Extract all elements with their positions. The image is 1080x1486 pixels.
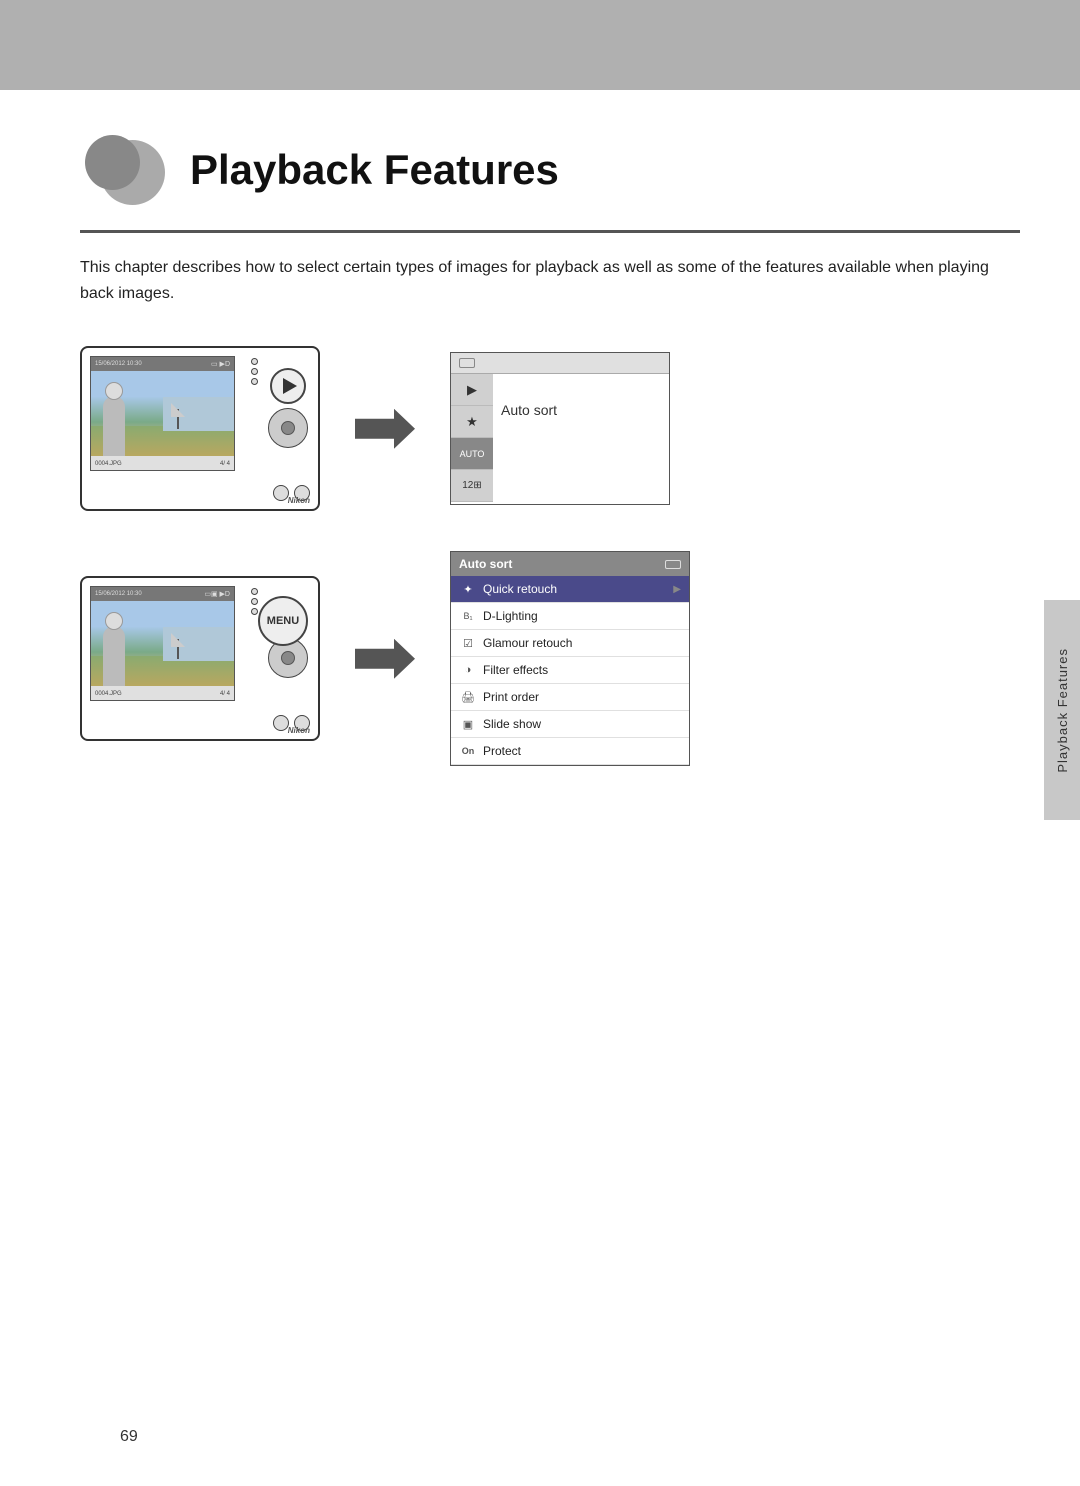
print-order-icon: 🖨 xyxy=(459,688,477,706)
diagrams-container: 15/06/2012 10:30 ▭ ▶D xyxy=(80,346,1020,766)
camera-screen-2: 15/06/2012 10:30 ▭▣ ▶D 0004.JPG 4/ 4 xyxy=(90,586,235,701)
camera-date-2: 15/06/2012 10:30 xyxy=(95,591,142,597)
side-tab: Playback Features xyxy=(1044,600,1080,820)
menu-item-protect[interactable]: On Protect xyxy=(451,738,689,765)
menu-button[interactable]: MENU xyxy=(258,596,308,646)
small-dot-5 xyxy=(251,598,258,605)
menu-item-print-order[interactable]: 🖨 Print order xyxy=(451,684,689,711)
menu-screen-battery-2 xyxy=(665,560,681,569)
camera-illustration-1: 15/06/2012 10:30 ▭ ▶D xyxy=(80,346,320,511)
small-dot-2 xyxy=(251,368,258,375)
camera-screen-image-1 xyxy=(91,371,234,456)
small-dot-1 xyxy=(251,358,258,365)
protect-icon: On xyxy=(459,742,477,760)
dpad-center-2 xyxy=(281,651,295,665)
menu-screen-title-2: Auto sort xyxy=(459,557,512,571)
arrow-1 xyxy=(350,404,420,454)
camera-file-2: 0004.JPG xyxy=(95,691,122,697)
d-lighting-label: D-Lighting xyxy=(483,609,681,623)
title-divider xyxy=(80,230,1020,233)
quick-retouch-label: Quick retouch xyxy=(483,582,667,596)
page-number: 69 xyxy=(120,1428,138,1446)
menu-icons-col-1: ▶ ★ AUTO 12⊞ xyxy=(451,374,493,502)
menu-icon-play: ▶ xyxy=(451,374,493,406)
auto-sort-label: Auto sort xyxy=(501,402,661,418)
menu-items-list: ✦ Quick retouch ▶ B₁ D-Lighting ☑ Glamou… xyxy=(451,576,689,765)
side-tab-label: Playback Features xyxy=(1055,648,1070,773)
print-order-label: Print order xyxy=(483,690,681,704)
menu-icon-auto: AUTO xyxy=(451,438,493,470)
protect-label: Protect xyxy=(483,744,681,758)
menu-screen-header-2: Auto sort xyxy=(451,552,689,576)
nikon-label-1: Nikon xyxy=(288,496,310,505)
menu-icon-star: ★ xyxy=(451,406,493,438)
diagram-row-1: 15/06/2012 10:30 ▭ ▶D xyxy=(80,346,1020,511)
arrow-2 xyxy=(350,634,420,684)
main-content: Playback Features This chapter describes… xyxy=(80,130,1020,766)
small-dot-4 xyxy=(251,588,258,595)
menu-screen-1: ▶ ★ AUTO 12⊞ Auto sort xyxy=(450,352,670,505)
menu-item-quick-retouch[interactable]: ✦ Quick retouch ▶ xyxy=(451,576,689,603)
quick-retouch-arrow: ▶ xyxy=(673,584,681,595)
arrow-shape-2 xyxy=(355,639,415,679)
menu-item-filter-effects[interactable]: ◑ Filter effects xyxy=(451,657,689,684)
bottom-btn-2a xyxy=(273,715,289,731)
small-dot-3 xyxy=(251,378,258,385)
top-banner xyxy=(0,0,1080,90)
menu-screen-2: Auto sort ✦ Quick retouch ▶ B₁ D-Lightin… xyxy=(450,551,690,766)
camera-indicators-2: ▭▣ ▶D xyxy=(204,590,230,598)
camera-screen-top-1: 15/06/2012 10:30 ▭ ▶D xyxy=(91,357,234,371)
nikon-label-2: Nikon xyxy=(288,726,310,735)
menu-body-1: ▶ ★ AUTO 12⊞ Auto sort xyxy=(451,374,669,504)
camera-screen-image-2 xyxy=(91,601,234,686)
title-icon xyxy=(80,130,170,210)
slide-show-icon: ▣ xyxy=(459,715,477,733)
quick-retouch-icon: ✦ xyxy=(459,580,477,598)
menu-icon-12: 12⊞ xyxy=(451,470,493,502)
glamour-retouch-icon: ☑ xyxy=(459,634,477,652)
menu-item-glamour-retouch[interactable]: ☑ Glamour retouch xyxy=(451,630,689,657)
glamour-retouch-label: Glamour retouch xyxy=(483,636,681,650)
camera-screen-bottom-2: 0004.JPG 4/ 4 xyxy=(91,686,234,701)
menu-content-area-1: Auto sort xyxy=(493,374,669,504)
d-lighting-icon: B₁ xyxy=(459,607,477,625)
intro-text: This chapter describes how to select cer… xyxy=(80,255,1020,306)
play-triangle-1 xyxy=(283,378,297,394)
camera-file-1: 0004.JPG xyxy=(95,461,122,467)
menu-item-d-lighting[interactable]: B₁ D-Lighting xyxy=(451,603,689,630)
small-dot-6 xyxy=(251,608,258,615)
camera-screen-1: 15/06/2012 10:30 ▭ ▶D xyxy=(90,356,235,471)
battery-icon-1 xyxy=(459,358,475,368)
camera-small-buttons-2 xyxy=(251,588,258,615)
filter-effects-label: Filter effects xyxy=(483,663,681,677)
play-button-1 xyxy=(270,368,306,404)
camera-screen-bottom-1: 0004.JPG 4/ 4 xyxy=(91,456,234,471)
dpad-center-1 xyxy=(281,421,295,435)
menu-screen-header-1 xyxy=(451,353,669,374)
camera-dpad-1 xyxy=(268,408,308,448)
camera-battery-1: ▭ ▶D xyxy=(211,360,230,368)
circle-front xyxy=(85,135,140,190)
menu-item-slide-show[interactable]: ▣ Slide show xyxy=(451,711,689,738)
camera-date-1: 15/06/2012 10:30 xyxy=(95,361,142,367)
menu-button-label: MENU xyxy=(267,615,299,627)
slide-show-label: Slide show xyxy=(483,717,681,731)
camera-small-buttons-1 xyxy=(251,358,258,385)
page-title: Playback Features xyxy=(190,146,559,194)
diagram-row-2: 15/06/2012 10:30 ▭▣ ▶D 0004.JPG 4/ 4 xyxy=(80,551,1020,766)
dpad-outer-1 xyxy=(268,408,308,448)
filter-effects-icon: ◑ xyxy=(459,661,477,679)
title-section: Playback Features xyxy=(80,130,1020,210)
bottom-btn-1a xyxy=(273,485,289,501)
camera-screen-top-2: 15/06/2012 10:30 ▭▣ ▶D xyxy=(91,587,234,601)
arrow-shape-1 xyxy=(355,409,415,449)
camera-illustration-2: 15/06/2012 10:30 ▭▣ ▶D 0004.JPG 4/ 4 xyxy=(80,576,320,741)
